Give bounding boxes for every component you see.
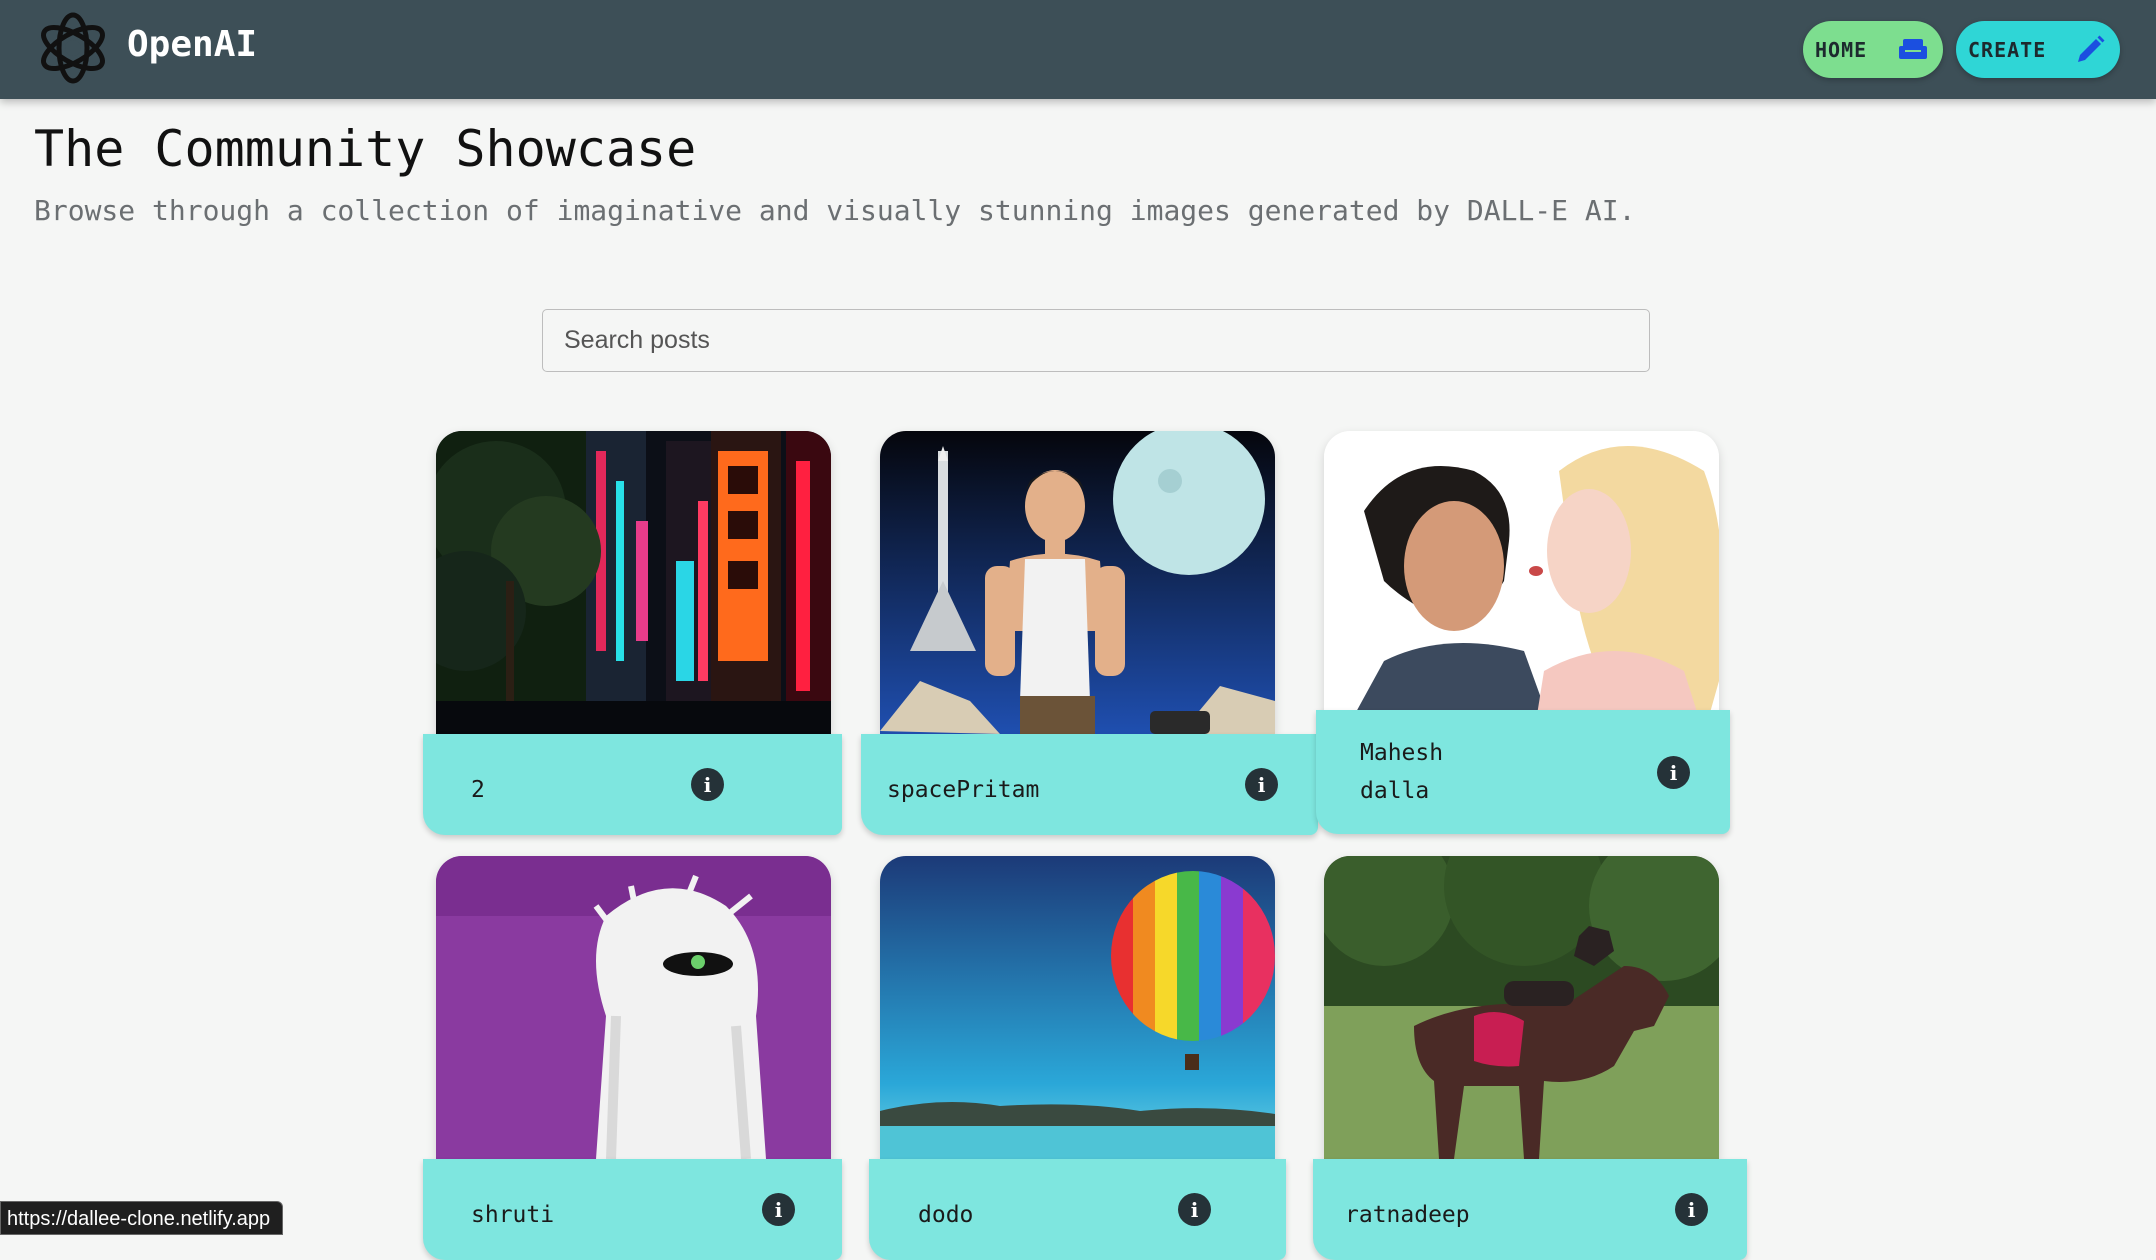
- info-icon[interactable]: i: [1657, 756, 1690, 789]
- post-author-line-1: Mahesh: [1360, 740, 1444, 766]
- post-image: [1324, 856, 1719, 1159]
- post-image: [1324, 431, 1719, 734]
- post-footer: ratnadeep i: [1313, 1159, 1747, 1260]
- post-footer: shruti i: [423, 1159, 842, 1260]
- pencil-icon: [2078, 35, 2105, 62]
- home-button-label: HOME: [1815, 37, 1868, 62]
- post-footer: dodo i: [869, 1159, 1286, 1260]
- info-icon[interactable]: i: [1675, 1193, 1708, 1226]
- create-button[interactable]: CREATE: [1956, 21, 2120, 78]
- post-author-line-2: dalla: [1360, 778, 1430, 804]
- page-subtitle: Browse through a collection of imaginati…: [34, 194, 1636, 227]
- navbar: OpenAI HOME CREATE: [0, 0, 2156, 99]
- post-image-card[interactable]: [880, 431, 1275, 734]
- openai-logo-icon[interactable]: [33, 8, 113, 88]
- post-image: [436, 431, 831, 734]
- post-image-card[interactable]: [1324, 856, 1719, 1159]
- post-author: 2: [471, 777, 485, 803]
- info-icon[interactable]: i: [1245, 768, 1278, 801]
- info-icon[interactable]: i: [1178, 1193, 1211, 1226]
- post-image: [880, 431, 1275, 734]
- info-icon[interactable]: i: [762, 1193, 795, 1226]
- post-footer: spacePritam i: [861, 734, 1318, 835]
- link-status-url: https://dallee-clone.netlify.app: [0, 1201, 284, 1235]
- create-button-label: CREATE: [1968, 37, 2047, 62]
- post-image: [880, 856, 1275, 1159]
- post-footer: Mahesh dalla i: [1316, 710, 1730, 834]
- post-image-card[interactable]: [880, 856, 1275, 1159]
- post-author: dodo: [918, 1202, 974, 1228]
- sofa-icon: [1899, 39, 1927, 59]
- home-button[interactable]: HOME: [1803, 21, 1943, 78]
- brand-name[interactable]: OpenAI: [127, 24, 257, 65]
- post-image-card[interactable]: [1324, 431, 1719, 734]
- post-image: [436, 856, 831, 1159]
- post-image-card[interactable]: [436, 856, 831, 1159]
- search-input[interactable]: [542, 309, 1650, 372]
- post-author: shruti: [471, 1202, 555, 1228]
- post-author: spacePritam: [887, 777, 1040, 803]
- post-author: Mahesh dalla: [1360, 734, 1443, 810]
- post-author: ratnadeep: [1345, 1202, 1470, 1228]
- info-icon[interactable]: i: [691, 768, 724, 801]
- post-image-card[interactable]: [436, 431, 831, 734]
- page-title: The Community Showcase: [34, 120, 697, 178]
- post-footer: 2 i: [423, 734, 842, 835]
